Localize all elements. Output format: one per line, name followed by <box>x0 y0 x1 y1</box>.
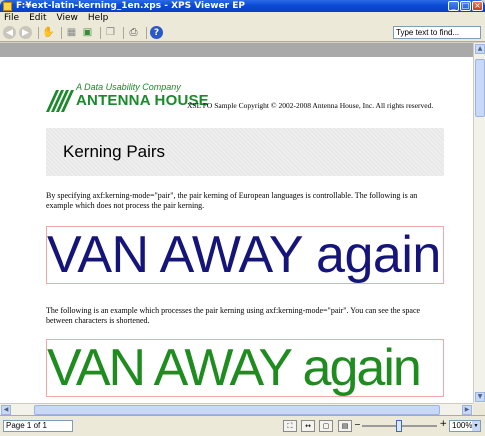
document-viewport[interactable]: A Data Usability Company ANTENNA HOUSE X… <box>0 43 473 403</box>
menu-edit[interactable]: Edit <box>29 13 46 23</box>
chevron-down-icon[interactable]: ▼ <box>472 421 480 431</box>
scroll-left-icon[interactable]: ◀ <box>1 405 11 415</box>
vertical-scroll-thumb[interactable] <box>475 59 485 117</box>
copy-icon[interactable]: ❐ <box>104 26 117 39</box>
app-icon <box>3 1 12 11</box>
forward-icon[interactable]: ▶ <box>19 26 32 39</box>
kerning-paragraph: The following is an example which proces… <box>46 306 421 325</box>
back-icon[interactable]: ◀ <box>3 26 16 39</box>
fit-page-status-icon[interactable]: ▢ <box>319 420 333 432</box>
toolbar-separator <box>123 26 124 39</box>
logo-mark-icon <box>46 90 74 112</box>
fit-page-icon[interactable]: ▦ <box>65 26 78 39</box>
hand-icon[interactable]: ✋ <box>42 26 55 39</box>
zoom-select[interactable]: 100% ▼ <box>449 420 481 432</box>
zoom-slider-knob[interactable] <box>396 420 402 432</box>
minimize-button[interactable]: _ <box>448 1 459 11</box>
menu-bar: File Edit View Help <box>0 12 485 24</box>
sample-no-kerning: VAN AWAY again <box>46 226 444 284</box>
horizontal-scroll-thumb[interactable] <box>34 405 440 415</box>
copyright-text: XSL FO Sample Copyright © 2002-2008 Ante… <box>187 101 434 110</box>
sample-pair-kerning: VAN AWAY again <box>46 339 444 397</box>
toolbar-separator <box>146 26 147 39</box>
zoom-slider[interactable]: − + <box>354 419 447 432</box>
sample-text-no-kerning: VAN AWAY again <box>47 226 441 284</box>
menu-file[interactable]: File <box>4 13 19 23</box>
toolbar-separator <box>61 26 62 39</box>
thumbnails-icon[interactable]: ▤ <box>338 420 352 432</box>
zoom-value: 100% <box>452 421 473 430</box>
logo-tagline: A Data Usability Company <box>76 82 181 92</box>
help-icon[interactable]: ? <box>150 26 163 39</box>
status-bar: Page 1 of 1 ⛶ ↔ ▢ ▤ − + 100% ▼ <box>0 415 485 436</box>
sample-text-pair-kerning: VAN AWAY again <box>47 339 422 397</box>
window-titlebar: F:¥ext-latin-kerning_1en.xps - XPS Viewe… <box>0 0 485 12</box>
toolbar-separator <box>100 26 101 39</box>
page-number-field[interactable]: Page 1 of 1 <box>3 420 73 432</box>
find-input[interactable]: Type text to find... <box>393 26 481 39</box>
zoom-in-icon[interactable]: + <box>439 419 447 429</box>
window-title: F:¥ext-latin-kerning_1en.xps - XPS Viewe… <box>16 1 245 11</box>
actual-size-icon[interactable]: ⛶ <box>283 420 297 432</box>
zoom-out-icon[interactable]: − <box>354 420 361 429</box>
fit-width-status-icon[interactable]: ↔ <box>301 420 315 432</box>
scrollbar-corner <box>473 403 485 415</box>
menu-view[interactable]: View <box>57 13 78 23</box>
toolbar: ◀ ▶ ✋ ▦ ▣ ❐ ⎙ ? Type text to find... <box>0 24 485 42</box>
close-button[interactable]: × <box>472 1 483 11</box>
antenna-house-logo: A Data Usability Company ANTENNA HOUSE <box>46 82 209 112</box>
maximize-button[interactable]: □ <box>460 1 471 11</box>
fit-width-icon[interactable]: ▣ <box>81 26 94 39</box>
menu-help[interactable]: Help <box>88 13 109 23</box>
vertical-scrollbar[interactable]: ▲ ▼ <box>473 43 485 403</box>
scroll-right-icon[interactable]: ▶ <box>462 405 472 415</box>
document-page: A Data Usability Company ANTENNA HOUSE X… <box>0 57 473 403</box>
page-title: Kerning Pairs <box>63 142 166 161</box>
intro-paragraph: By specifying axf:kerning-mode="pair", t… <box>46 191 418 210</box>
scroll-down-icon[interactable]: ▼ <box>475 392 485 402</box>
page-top-margin <box>0 43 473 57</box>
scroll-up-icon[interactable]: ▲ <box>475 44 485 54</box>
horizontal-scrollbar[interactable]: ◀ ▶ <box>0 403 473 415</box>
print-icon[interactable]: ⎙ <box>127 26 140 39</box>
heading-box: Kerning Pairs <box>46 128 444 176</box>
toolbar-separator <box>38 26 39 39</box>
